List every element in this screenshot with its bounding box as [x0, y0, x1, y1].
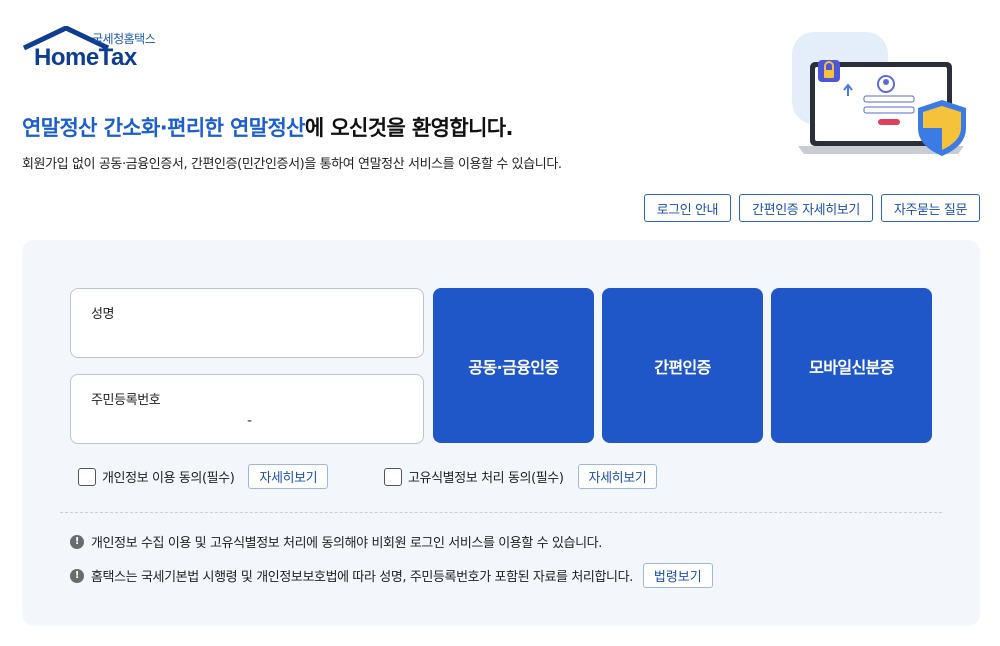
notice-text: 홈택스는 국세기본법 시행령 및 개인정보보호법에 따라 성명, 주민등록번호가…	[91, 570, 633, 585]
notice-text: 개인정보 수집 이용 및 고유식별정보 처리에 동의해야 비회원 로그인 서비스…	[91, 536, 602, 551]
unique-id-agree-checkbox[interactable]	[384, 467, 402, 486]
login-panel: 성명 주민등록번호 - 공동·금융인증 간편인증 모바일신분증 개인정보 이용 …	[22, 240, 980, 626]
divider	[60, 512, 942, 513]
hometax-logo[interactable]: 국세청홈택스 HomeTax	[22, 26, 182, 76]
laptop-security-illustration	[792, 32, 966, 156]
unique-id-agreement: 고유식별정보 처리 동의(필수) 자세히보기	[384, 464, 658, 489]
resident-number-label: 주민등록번호	[91, 393, 161, 408]
view-law-button[interactable]: 법령보기	[642, 563, 713, 588]
logo-wordmark: HomeTax	[34, 44, 137, 71]
joint-financial-cert-button[interactable]: 공동·금융인증	[433, 288, 594, 443]
page-title-rest: 에 오신것을 환영합니다.	[304, 116, 514, 140]
unique-id-agree-label[interactable]: 고유식별정보 처리 동의(필수)	[408, 467, 564, 486]
page-subtitle: 회원가입 없이 공동·금융인증서, 간편인증(민간인증서)을 통하여 연말정산 …	[22, 157, 562, 172]
mobile-id-button[interactable]: 모바일신분증	[771, 288, 932, 443]
resident-number-separator: -	[247, 413, 253, 429]
login-guide-button[interactable]: 로그인 안내	[643, 194, 732, 222]
privacy-agree-checkbox[interactable]	[78, 467, 96, 486]
name-label: 성명	[91, 307, 115, 322]
exclamation-icon: !	[70, 534, 84, 549]
privacy-detail-button[interactable]: 자세히보기	[248, 464, 329, 489]
notice-item: ! 홈택스는 국세기본법 시행령 및 개인정보보호법에 따라 성명, 주민등록번…	[70, 563, 713, 588]
privacy-agree-label[interactable]: 개인정보 이용 동의(필수)	[102, 467, 235, 486]
top-button-group: 로그인 안내 간편인증 자세히보기 자주묻는 질문	[643, 194, 980, 222]
faq-button[interactable]: 자주묻는 질문	[880, 194, 980, 222]
page-title-accent: 연말정산 간소화·편리한 연말정산	[22, 116, 305, 140]
simple-auth-detail-button[interactable]: 간편인증 자세히보기	[739, 194, 873, 222]
resident-number-input[interactable]: 주민등록번호 -	[70, 374, 424, 444]
page-title: 연말정산 간소화·편리한 연말정산에 오신것을 환영합니다.	[22, 112, 513, 142]
exclamation-icon: !	[70, 568, 84, 583]
privacy-agreement: 개인정보 이용 동의(필수) 자세히보기	[78, 464, 329, 489]
unique-id-detail-button[interactable]: 자세히보기	[577, 464, 658, 489]
notice-item: ! 개인정보 수집 이용 및 고유식별정보 처리에 동의해야 비회원 로그인 서…	[70, 532, 602, 551]
name-input[interactable]: 성명	[70, 288, 424, 358]
simple-auth-button[interactable]: 간편인증	[602, 288, 763, 443]
